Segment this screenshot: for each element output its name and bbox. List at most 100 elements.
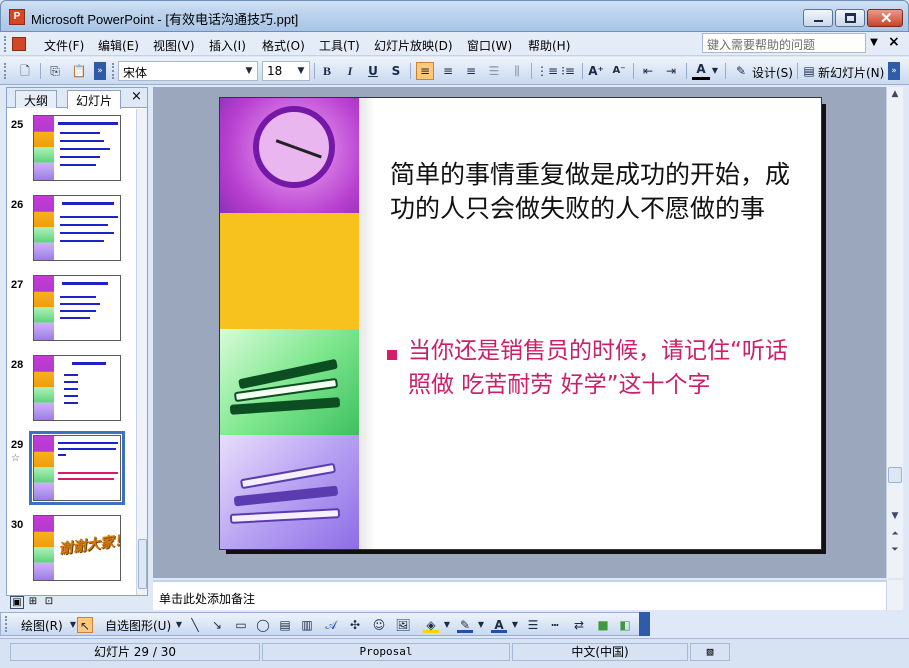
slide-thumbnail[interactable] — [33, 275, 121, 341]
slide-thumbnail[interactable]: 谢谢大家！ — [33, 515, 121, 581]
textbox-tool-icon[interactable]: ▤ — [277, 617, 293, 633]
line-style-icon[interactable]: ☰ — [525, 617, 541, 633]
draw-menu-button[interactable]: 绘图(R) — [21, 617, 63, 634]
tab-slides[interactable]: 幻灯片 — [67, 90, 122, 109]
chevron-down-icon[interactable]: ▼ — [473, 617, 489, 633]
grow-font-button[interactable]: A⁺ — [587, 62, 605, 80]
notes-pane[interactable]: 单击此处添加备注 — [153, 580, 886, 610]
thumbnail-scrollbar[interactable] — [136, 109, 147, 595]
menu-edit[interactable]: 编辑(E) — [98, 37, 139, 54]
autoshapes-button[interactable]: 自选图形(U) — [105, 617, 171, 634]
document-icon[interactable] — [12, 37, 26, 51]
scroll-down-icon[interactable]: ▼ — [887, 509, 903, 523]
shadow-style-icon[interactable]: ■ — [595, 617, 611, 633]
menu-format[interactable]: 格式(O) — [262, 37, 305, 54]
toolbar-grip[interactable] — [112, 63, 116, 79]
design-icon[interactable]: ✎ — [732, 62, 750, 80]
bulleted-list-icon[interactable]: ⁝≡ — [559, 62, 577, 80]
chevron-down-icon[interactable]: ▼ — [171, 617, 187, 633]
font-color-button[interactable]: A — [692, 62, 710, 80]
3d-style-icon[interactable]: ◧ — [617, 617, 633, 633]
tab-outline[interactable]: 大纲 — [15, 90, 58, 108]
rectangle-tool-icon[interactable]: ▭ — [233, 617, 249, 633]
menu-tools[interactable]: 工具(T) — [319, 37, 360, 54]
slide-thumbnail-selected[interactable] — [29, 431, 125, 505]
slide-thumbnail[interactable] — [33, 115, 121, 181]
toolbar-grip[interactable] — [5, 616, 9, 632]
previous-slide-icon[interactable]: ⏶ — [887, 527, 903, 541]
toolbar-options-icon[interactable]: » — [94, 62, 106, 80]
slide-thumbnail[interactable] — [33, 195, 121, 261]
align-right-icon[interactable]: ≡ — [462, 62, 480, 80]
menu-slideshow[interactable]: 幻灯片放映(D) — [374, 37, 453, 54]
font-size-select[interactable]: 18 ▼ — [262, 61, 310, 81]
spelling-check-icon[interactable]: ▧ — [690, 643, 730, 661]
current-slide[interactable]: 12 3 6 9 10 1 简单的事情重复做是成功的开始，成功的人只会做失败的人… — [219, 97, 822, 550]
scrollbar-thumb[interactable] — [138, 539, 147, 589]
fill-color-icon[interactable]: ◈ — [423, 617, 439, 633]
increase-indent-icon[interactable]: ⇥ — [662, 62, 680, 80]
normal-view-icon[interactable]: ▣ — [10, 596, 24, 609]
oval-tool-icon[interactable]: ◯ — [255, 617, 271, 633]
picture-icon[interactable]: 🖼 — [395, 617, 411, 633]
align-left-icon[interactable]: ≡ — [416, 62, 434, 80]
paste-icon[interactable]: 📋 — [70, 62, 88, 80]
maximize-button[interactable] — [835, 9, 865, 27]
slide-sorter-icon[interactable]: ⊞ — [26, 596, 40, 609]
menu-view[interactable]: 视图(V) — [153, 37, 195, 54]
slide-title[interactable]: 简单的事情重复做是成功的开始，成功的人只会做失败的人不愿做的事 — [390, 158, 800, 226]
toolbar-options-icon[interactable]: » — [888, 62, 900, 80]
menu-help[interactable]: 帮助(H) — [528, 37, 570, 54]
new-slide-button[interactable]: 新幻灯片(N) — [818, 64, 884, 81]
arrow-tool-icon[interactable]: ↘ — [209, 617, 225, 633]
slide-scrollbar[interactable]: ▲ ▼ ⏶ ⏷ — [886, 87, 903, 578]
scrollbar-thumb[interactable] — [888, 467, 902, 483]
slideshow-icon[interactable]: ⊡ — [42, 596, 56, 609]
menu-window[interactable]: 窗口(W) — [467, 37, 512, 54]
close-button[interactable]: ✕ — [867, 9, 903, 27]
numbered-list-icon[interactable]: ⋮≡ — [536, 62, 558, 80]
help-search-input[interactable]: 键入需要帮助的问题 — [702, 33, 866, 53]
toolbar-grip[interactable] — [4, 36, 8, 52]
dash-style-icon[interactable]: ┅ — [547, 617, 563, 633]
vertical-textbox-icon[interactable]: ▥ — [299, 617, 315, 633]
clipart-icon[interactable]: ☺ — [371, 617, 387, 633]
line-tool-icon[interactable]: ╲ — [187, 617, 203, 633]
align-center-icon[interactable]: ≡ — [439, 62, 457, 80]
shrink-font-button[interactable]: A⁻ — [610, 62, 628, 80]
new-slide-icon[interactable]: ▤ — [800, 62, 818, 80]
chevron-down-icon[interactable]: ▼ — [294, 63, 308, 79]
design-button[interactable]: 设计(S) — [752, 64, 793, 81]
underline-button[interactable]: U — [364, 62, 382, 80]
language-indicator[interactable]: 中文(中国) — [512, 643, 688, 661]
slide-bullet-text[interactable]: 当你还是销售员的时候，请记住“听话照做 吃苦耐劳 好学”这十个字 — [408, 334, 803, 402]
shadow-button[interactable]: S — [387, 62, 405, 80]
text-color-icon[interactable]: A — [491, 617, 507, 633]
arrow-style-icon[interactable]: ⇄ — [571, 617, 587, 633]
chevron-down-icon[interactable]: ▼ — [710, 62, 720, 80]
close-icon[interactable]: × — [131, 89, 142, 104]
chevron-down-icon[interactable]: ▼ — [242, 63, 256, 79]
menu-file[interactable]: 文件(F) — [44, 37, 84, 54]
diagram-icon[interactable]: ✣ — [347, 617, 363, 633]
scroll-up-icon[interactable]: ▲ — [887, 87, 903, 101]
bold-button[interactable]: B — [318, 62, 336, 80]
wordart-icon[interactable]: 𝒜 — [323, 617, 339, 633]
toolbar-grip[interactable] — [4, 63, 8, 79]
line-color-icon[interactable]: ✎ — [457, 617, 473, 633]
next-slide-icon[interactable]: ⏷ — [887, 543, 903, 557]
menu-insert[interactable]: 插入(I) — [209, 37, 246, 54]
distribute-icon[interactable]: ⫼ — [508, 62, 526, 80]
powerpoint-app-icon[interactable]: P — [9, 9, 25, 25]
font-name-select[interactable]: 宋体 ▼ — [118, 61, 258, 81]
new-document-icon[interactable]: 🗋 — [16, 62, 34, 80]
slide-thumbnail[interactable] — [33, 355, 121, 421]
copy-icon[interactable]: ⎘ — [46, 62, 64, 80]
chevron-down-icon[interactable]: ▼ — [866, 33, 882, 53]
decrease-indent-icon[interactable]: ⇤ — [639, 62, 657, 80]
document-close-button[interactable]: × — [888, 34, 900, 50]
chevron-down-icon[interactable]: ▼ — [439, 617, 455, 633]
justify-icon[interactable]: ☰ — [485, 62, 503, 80]
notes-scrollbar[interactable] — [886, 580, 903, 610]
minimize-button[interactable] — [803, 9, 833, 27]
